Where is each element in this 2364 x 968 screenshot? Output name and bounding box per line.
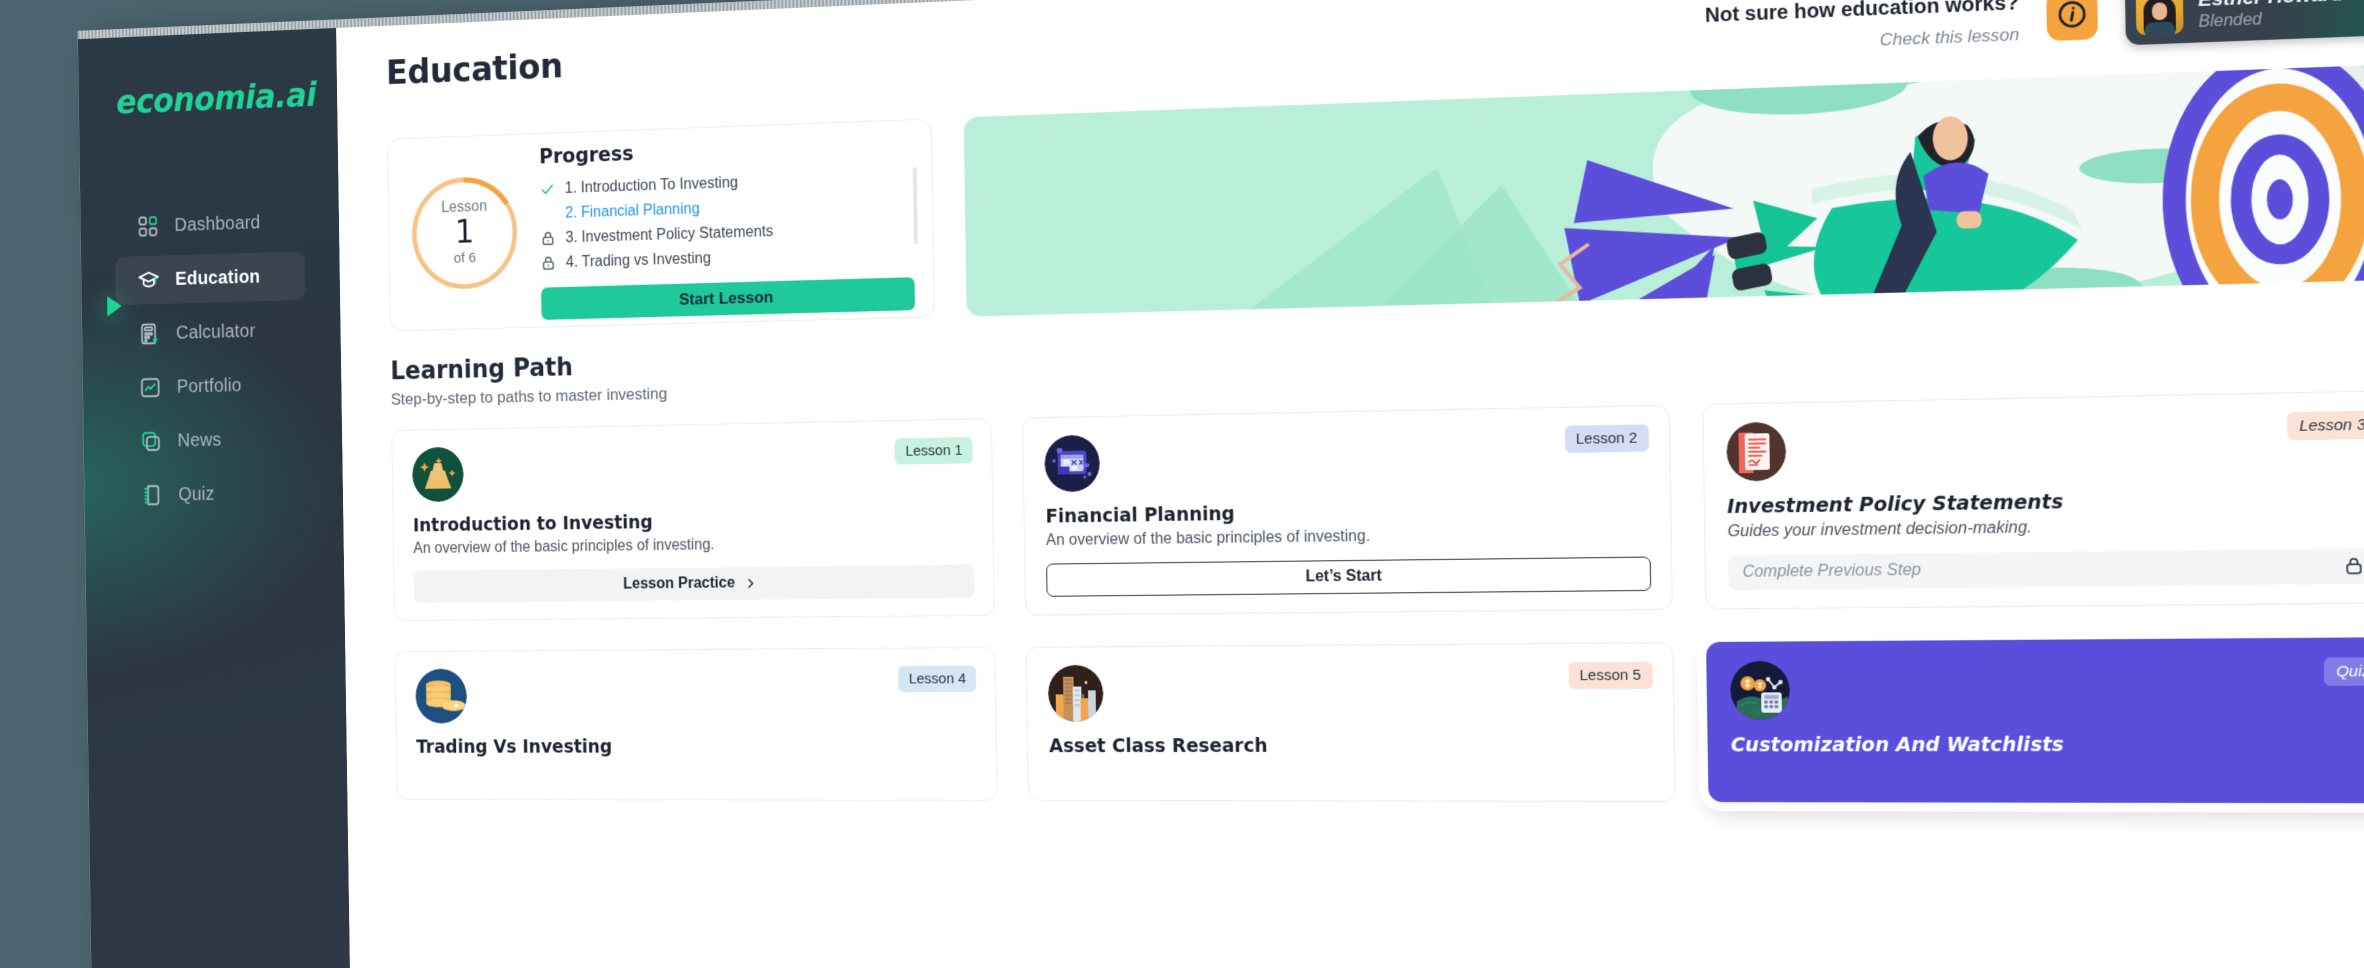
lesson-badge: Lesson 5	[1568, 661, 1653, 690]
sidebar-nav: Dashboard Education Calculator Portfolio…	[80, 196, 343, 520]
lesson-card[interactable]: Lesson 5 Asset Class Research	[1025, 642, 1676, 803]
lesson-card[interactable]: Lesson 2 Financial Planning An overview …	[1022, 404, 1673, 616]
progress-ring: Lesson 1 of 6	[411, 175, 518, 290]
main-content: Education Not sure how education works? …	[336, 0, 2364, 968]
calculator-icon	[138, 322, 161, 347]
sidebar-item-label: Portfolio	[176, 374, 242, 397]
lesson-badge: Lesson 4	[898, 665, 977, 693]
app-window: economia.ai Dashboard Education Calculat…	[77, 0, 2364, 968]
lesson-badge: Lesson 2	[1564, 424, 1649, 453]
lesson-card-title: Investment Policy Statements	[1726, 490, 2064, 519]
lets-start-button[interactable]: Let’s Start	[1046, 556, 1651, 597]
quiz-badge: Quiz	[2323, 657, 2364, 686]
learning-path-section: Learning Path Step-by-step to paths to m…	[341, 278, 2364, 804]
growth-coins-icon	[1729, 660, 1790, 720]
profile-text: Esther Howard Blended	[2198, 0, 2344, 32]
chevron-right-icon	[744, 577, 757, 591]
progress-card: Lesson 1 of 6 Progress 1. Introduction T…	[387, 118, 935, 332]
lesson-list-label: 1. Introduction To Investing	[564, 174, 739, 197]
chevron-down-icon[interactable]	[2359, 0, 2364, 18]
sidebar-item-label: Education	[175, 266, 261, 290]
rocket-target-illustration	[963, 64, 2364, 317]
info-circle-icon	[2056, 0, 2088, 33]
locked-step-label: Complete Previous Step	[1742, 561, 1922, 581]
lesson-list-scrollbar[interactable]	[912, 166, 918, 244]
lesson-card-title: Introduction to Investing	[412, 511, 653, 537]
sidebar-item-label: Calculator	[175, 320, 256, 343]
sidebar-item-label: Dashboard	[174, 212, 261, 236]
brand-logo[interactable]: economia.ai	[116, 76, 338, 122]
lesson-badge: Lesson 3	[2287, 410, 2364, 441]
lesson-practice-label: Lesson Practice	[623, 574, 736, 593]
quiz-card-title: Customization And Watchlists	[1730, 733, 2064, 757]
check-icon	[540, 181, 555, 198]
info-button[interactable]	[2046, 0, 2099, 42]
sidebar: economia.ai Dashboard Education Calculat…	[77, 27, 351, 968]
gold-bars-icon	[411, 446, 465, 503]
lesson-practice-button[interactable]: Lesson Practice	[413, 564, 976, 603]
chart-square-icon	[139, 375, 162, 400]
lock-icon	[540, 230, 555, 247]
avatar	[2135, 0, 2184, 36]
grid-icon	[137, 214, 160, 239]
lock-icon	[541, 255, 556, 272]
lesson-card-title: Trading Vs Investing	[416, 736, 613, 758]
locked-step-button: Complete Previous Step	[1727, 548, 2364, 591]
lesson-card-desc: An overview of the basic principles of i…	[413, 536, 715, 557]
graduation-cap-icon	[137, 268, 160, 293]
ring-total: of 6	[453, 249, 477, 267]
profile-role: Blended	[2198, 10, 2263, 31]
lesson-list-label: 2. Financial Planning	[565, 200, 700, 221]
sidebar-item-label: News	[177, 429, 222, 451]
sidebar-item-label: Quiz	[178, 483, 215, 505]
sidebar-item-portfolio[interactable]: Portfolio	[127, 360, 307, 412]
lesson-list-label: 4. Trading vs Investing	[565, 249, 712, 271]
ring-value: 1	[454, 213, 475, 252]
sidebar-item-education[interactable]: Education	[115, 251, 306, 306]
user-profile-chip[interactable]: Esther Howard Blended	[2124, 0, 2364, 46]
lesson-card[interactable]: Lesson 3 Investment Policy Statements Gu…	[1701, 390, 2364, 610]
help-prompt: Not sure how education works? Check this…	[1705, 0, 2020, 60]
document-icon	[1725, 421, 1787, 482]
lesson-list-label: 3. Investment Policy Statements	[565, 222, 774, 246]
lesson-card[interactable]: Lesson 1 Introduction to Investing An ov…	[391, 418, 996, 622]
progress-details: Progress 1. Introduction To Investing 2.…	[516, 127, 918, 320]
city-icon	[1047, 664, 1105, 722]
lock-icon	[2343, 556, 2364, 577]
progress-title: Progress	[539, 141, 634, 168]
sidebar-item-quiz[interactable]: Quiz	[128, 468, 308, 519]
start-lesson-button[interactable]: Start Lesson	[541, 276, 916, 320]
lesson-card-desc: An overview of the basic principles of i…	[1045, 527, 1371, 549]
active-nav-marker	[107, 295, 122, 317]
book-icon	[141, 483, 164, 507]
learning-path-cards: Lesson 1 Introduction to Investing An ov…	[391, 390, 2364, 804]
copy-icon	[140, 429, 163, 454]
page-title: Education	[385, 46, 564, 93]
hero-illustration	[963, 64, 2364, 317]
lesson-card-title: Asset Class Research	[1049, 735, 1268, 757]
lesson-card[interactable]: Lesson 4 Trading Vs Investing	[394, 646, 998, 801]
quiz-card[interactable]: Quiz Customization And Watchlists	[1705, 637, 2364, 804]
coins-icon	[415, 668, 468, 724]
lesson-card-title: Financial Planning	[1045, 503, 1235, 528]
calendar-icon	[1044, 434, 1101, 493]
sidebar-item-dashboard[interactable]: Dashboard	[125, 197, 305, 251]
viewport: economia.ai Dashboard Education Calculat…	[0, 0, 2364, 968]
sidebar-item-news[interactable]: News	[128, 414, 308, 466]
lesson-card-desc: Guides your investment decision-making.	[1727, 519, 2032, 541]
lesson-list: 1. Introduction To Investing 2. Financia…	[539, 164, 918, 276]
lesson-badge: Lesson 1	[894, 437, 974, 465]
sidebar-item-calculator[interactable]: Calculator	[126, 306, 306, 359]
